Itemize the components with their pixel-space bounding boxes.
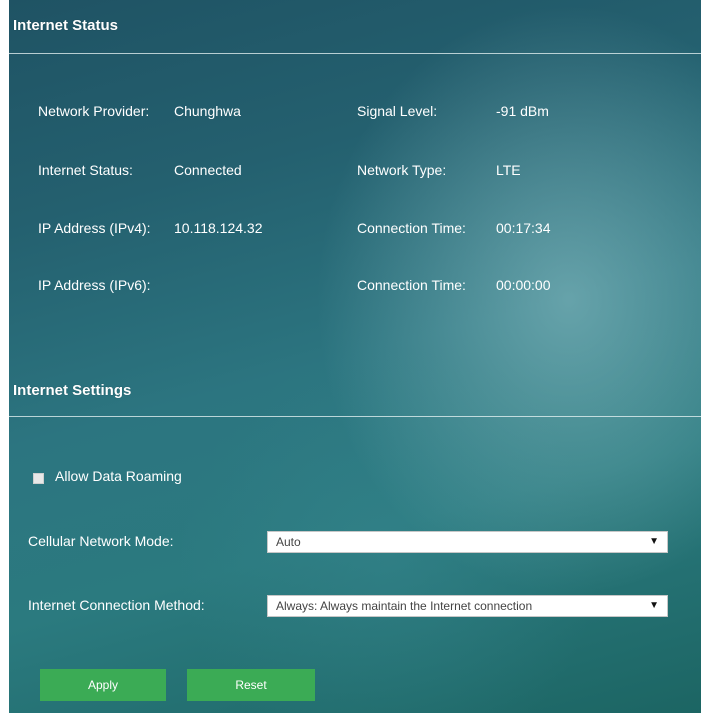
apply-button[interactable]: Apply [40, 669, 166, 701]
network-provider-label: Network Provider: [38, 103, 150, 119]
internet-status-title: Internet Status [13, 17, 119, 34]
signal-level-value: -91 dBm [496, 103, 549, 119]
ipv4-value: 10.118.124.32 [174, 220, 263, 236]
connection-time-ipv4-value: 00:17:34 [496, 220, 551, 236]
chevron-down-icon: ▼ [649, 536, 659, 547]
connection-time-ipv6-label: Connection Time: [357, 277, 466, 293]
reset-button[interactable]: Reset [187, 669, 315, 701]
cellular-network-mode-label: Cellular Network Mode: [28, 533, 174, 549]
connection-time-ipv4-label: Connection Time: [357, 220, 466, 236]
internet-status-divider [9, 53, 701, 54]
ipv4-label: IP Address (IPv4): [38, 220, 151, 236]
network-type-label: Network Type: [357, 162, 447, 178]
allow-data-roaming-checkbox[interactable] [33, 473, 44, 484]
cellular-network-mode-select[interactable]: Auto ▼ [267, 531, 668, 553]
signal-level-label: Signal Level: [357, 103, 438, 119]
internet-settings-divider [9, 416, 701, 417]
internet-connection-method-select[interactable]: Always: Always maintain the Internet con… [267, 595, 668, 617]
allow-data-roaming-label[interactable]: Allow Data Roaming [55, 468, 182, 484]
internet-status-label: Internet Status: [38, 162, 133, 178]
ipv6-label: IP Address (IPv6): [38, 277, 151, 293]
internet-connection-method-value: Always: Always maintain the Internet con… [276, 599, 533, 613]
chevron-down-icon: ▼ [649, 600, 659, 611]
internet-status-value: Connected [174, 162, 242, 178]
network-type-value: LTE [496, 162, 521, 178]
internet-settings-title: Internet Settings [13, 382, 132, 399]
network-provider-value: Chunghwa [174, 103, 241, 119]
settings-panel: Internet Status Network Provider: Chungh… [9, 0, 701, 713]
cellular-network-mode-value: Auto [276, 535, 301, 549]
connection-time-ipv6-value: 00:00:00 [496, 277, 551, 293]
internet-connection-method-label: Internet Connection Method: [28, 597, 205, 613]
